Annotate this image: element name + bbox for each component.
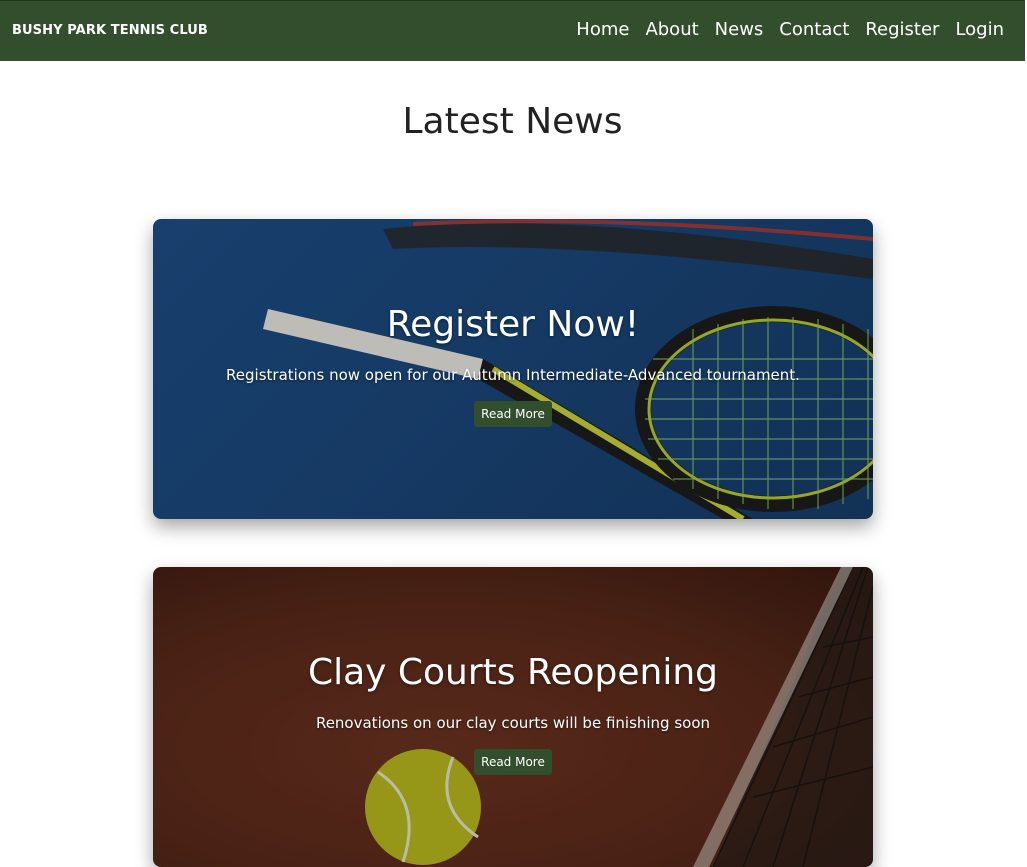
nav-home[interactable]: Home [576,19,629,40]
read-more-button[interactable]: Read More [474,749,552,775]
nav-news[interactable]: News [715,19,764,40]
nav-about[interactable]: About [645,19,698,40]
read-more-button[interactable]: Read More [474,401,552,427]
nav-register[interactable]: Register [865,19,939,40]
card-content: Clay Courts Reopening Renovations on our… [153,651,873,775]
nav-links: Home About News Contact Register Login [576,19,1004,40]
navbar: BUSHY PARK TENNIS CLUB Home About News C… [0,0,1025,61]
card-content: Register Now! Registrations now open for… [153,303,873,427]
brand-logo[interactable]: BUSHY PARK TENNIS CLUB [12,23,208,38]
card-text: Renovations on our clay courts will be f… [315,714,711,732]
nav-login[interactable]: Login [955,19,1004,40]
card-title: Register Now! [386,304,640,345]
card-title: Clay Courts Reopening [307,652,719,693]
news-card-register: Register Now! Registrations now open for… [153,219,873,519]
page-title: Latest News [402,101,623,142]
card-text: Registrations now open for our Autumn In… [226,366,800,384]
nav-contact[interactable]: Contact [779,19,849,40]
news-card-clay-courts: Clay Courts Reopening Renovations on our… [153,567,873,867]
